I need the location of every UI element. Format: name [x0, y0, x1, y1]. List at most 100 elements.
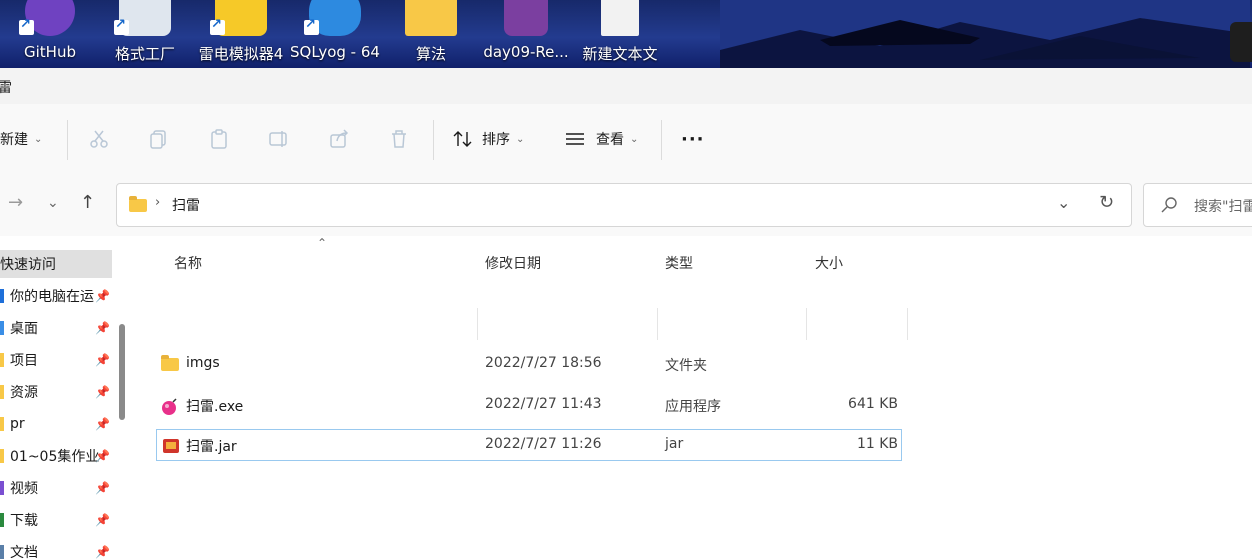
nav-item-desktop[interactable]: 桌面 📌	[0, 314, 112, 342]
cut-button[interactable]	[88, 124, 110, 154]
sort-button[interactable]: 排序 ⌄	[452, 124, 524, 154]
column-header-label: 修改日期	[485, 256, 541, 272]
file-date: 2022/7/27 18:56	[485, 355, 602, 371]
search-box[interactable]: 搜索"扫雷	[1143, 183, 1252, 227]
new-button[interactable]: 新建 ⌄	[0, 124, 42, 154]
forward-arrow-icon[interactable]: →	[8, 192, 23, 213]
winrar-archive-icon	[504, 0, 548, 36]
column-divider[interactable]	[907, 308, 908, 340]
view-list-icon	[566, 133, 584, 145]
sort-button-label: 排序	[482, 132, 510, 148]
column-divider[interactable]	[657, 308, 658, 340]
title-bar[interactable]: 雷	[0, 68, 1252, 104]
shortcut-arrow-icon	[210, 17, 225, 35]
command-bar: 新建 ⌄ 排序 ⌄ 查看 ⌄ ···	[0, 104, 1252, 173]
breadcrumb-segment[interactable]: 扫雷	[172, 195, 200, 215]
column-divider[interactable]	[806, 308, 807, 340]
nav-item-pc[interactable]: 你的电脑在运 📌	[0, 282, 112, 310]
shortcut-arrow-icon	[19, 17, 34, 35]
share-icon	[330, 129, 349, 148]
folder-icon	[129, 196, 147, 212]
nav-item-label: pr	[10, 416, 25, 432]
nav-item-projects[interactable]: 项目 📌	[0, 346, 112, 374]
address-history-chevron-icon[interactable]: ⌄	[1057, 193, 1070, 212]
pin-icon: 📌	[95, 545, 110, 559]
folder-icon	[0, 449, 4, 463]
nav-item-label: 桌面	[10, 321, 38, 337]
desktop-icon	[0, 321, 4, 335]
desktop-icon-format-factory[interactable]: 格式工厂	[100, 0, 190, 68]
desktop-edge-widget	[1230, 22, 1252, 62]
file-size: 641 KB	[848, 396, 898, 412]
desktop-icon-new-text-file[interactable]: 新建文本文	[575, 0, 665, 68]
nav-item-label: 文档	[10, 545, 38, 559]
column-header-size[interactable]: 大小	[815, 246, 843, 280]
nav-item-label: 下载	[10, 513, 38, 529]
desktop-icon-label: 格式工厂	[114, 45, 175, 63]
nav-item-label: 01~05集作业	[10, 449, 100, 465]
folder-icon	[161, 355, 179, 371]
pin-icon: 📌	[95, 289, 110, 303]
file-name: 扫雷.exe	[186, 399, 244, 415]
recent-locations-chevron-icon[interactable]: ⌄	[47, 195, 59, 211]
file-row-exe[interactable]: 扫雷.exe 2022/7/27 11:43 应用程序 641 KB	[156, 389, 902, 421]
download-icon	[0, 513, 4, 527]
scissors-icon	[90, 130, 108, 148]
desktop-icon-label: SQLyog - 64	[290, 43, 380, 61]
desktop-icon-ldplayer[interactable]: 雷电模拟器4	[196, 0, 286, 68]
navigation-pane: 快速访问 你的电脑在运 📌 桌面 📌 项目 📌 资源 📌 pr 📌 01~05集…	[0, 236, 126, 559]
nav-item-downloads[interactable]: 下载 📌	[0, 506, 112, 534]
file-name: 扫雷.jar	[186, 439, 237, 455]
file-date: 2022/7/27 11:43	[485, 396, 602, 412]
chevron-down-icon: ⌄	[34, 133, 43, 145]
copy-button[interactable]	[148, 124, 170, 154]
chevron-down-icon: ⌄	[516, 133, 525, 145]
desktop-icon-label: GitHub	[24, 43, 76, 61]
delete-button[interactable]	[388, 124, 410, 154]
nav-item-label: 你的电脑在运	[10, 289, 94, 305]
up-arrow-icon[interactable]: ↑	[80, 192, 95, 213]
pin-icon: 📌	[95, 321, 110, 335]
desktop-icon-sqlyog[interactable]: SQLyog - 64	[290, 0, 380, 68]
view-button[interactable]: 查看 ⌄	[564, 124, 638, 154]
toolbar-divider	[661, 120, 662, 160]
desktop-icon-github[interactable]: GitHub	[5, 0, 95, 68]
nav-item-quick-access[interactable]: 快速访问	[0, 250, 112, 278]
nav-pane-scrollbar[interactable]	[119, 324, 125, 420]
share-button[interactable]	[328, 124, 350, 154]
videos-icon	[0, 481, 4, 495]
address-bar[interactable]: › 扫雷 ⌄ ↻	[116, 183, 1132, 227]
column-header-type[interactable]: 类型	[665, 246, 693, 280]
nav-item-videos[interactable]: 视频 📌	[0, 474, 112, 502]
column-header-name[interactable]: 名称	[174, 246, 202, 280]
file-row-jar[interactable]: 扫雷.jar 2022/7/27 11:26 jar 11 KB	[156, 429, 902, 461]
pin-icon: 📌	[95, 481, 110, 495]
desktop-icon-label: 雷电模拟器4	[198, 45, 284, 63]
nav-item-resources[interactable]: 资源 📌	[0, 378, 112, 406]
trash-icon	[392, 130, 406, 148]
more-options-button[interactable]: ···	[681, 124, 705, 154]
nav-item-pr[interactable]: pr 📌	[0, 410, 112, 438]
breadcrumb-chevron-icon: ›	[155, 195, 161, 210]
search-placeholder: 搜索"扫雷	[1194, 199, 1252, 215]
file-row-imgs[interactable]: imgs 2022/7/27 18:56 文件夹	[156, 348, 902, 380]
new-button-label: 新建	[0, 132, 28, 148]
refresh-icon[interactable]: ↻	[1099, 192, 1114, 213]
file-type: 文件夹	[665, 358, 707, 374]
nav-item-homework[interactable]: 01~05集作业 📌	[0, 442, 112, 470]
file-date: 2022/7/27 11:26	[485, 436, 602, 452]
file-type: jar	[665, 436, 684, 452]
documents-icon	[0, 545, 4, 559]
pc-icon	[0, 289, 4, 303]
folder-icon	[0, 417, 4, 431]
nav-item-documents[interactable]: 文档 📌	[0, 538, 112, 559]
clipboard-icon	[211, 129, 227, 149]
rename-button[interactable]	[268, 124, 290, 154]
desktop-icon-algorithm-folder[interactable]: 算法	[386, 0, 476, 68]
column-divider[interactable]	[477, 308, 478, 340]
desktop-icon-day09-archive[interactable]: day09-Re...	[481, 0, 571, 68]
column-header-date[interactable]: 修改日期	[485, 246, 541, 280]
paste-button[interactable]	[208, 124, 230, 154]
address-row: → ⌄ ↑ › 扫雷 ⌄ ↻ 搜索"扫雷	[0, 172, 1252, 236]
folder-icon	[0, 353, 4, 367]
